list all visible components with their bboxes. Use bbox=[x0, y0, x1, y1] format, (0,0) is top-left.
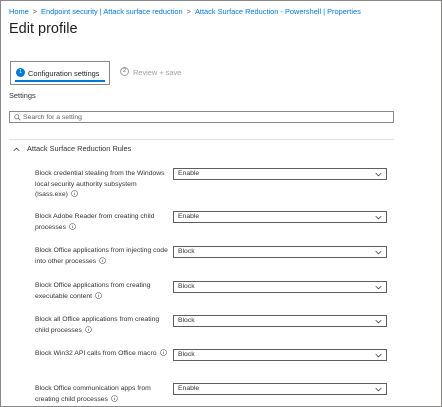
breadcrumb-separator: > bbox=[186, 7, 191, 16]
rule-label-text: Block credential stealing from the Windo… bbox=[35, 170, 165, 198]
chevron-down-icon bbox=[375, 319, 382, 324]
rule-label-text: Block Win32 API calls from Office macro bbox=[35, 350, 157, 357]
breadcrumb-profile-properties[interactable]: Attack Surface Reduction - Powershell | … bbox=[195, 7, 361, 16]
chevron-down-icon bbox=[375, 215, 382, 220]
rule-dropdown[interactable]: Block bbox=[173, 281, 387, 293]
chevron-down-icon bbox=[375, 172, 382, 177]
chevron-down-icon bbox=[375, 387, 382, 392]
chevron-down-icon bbox=[375, 285, 382, 290]
section-title: Attack Surface Reduction Rules bbox=[27, 144, 132, 153]
dropdown-value: Block bbox=[178, 317, 195, 324]
rule-dropdown[interactable]: Enable bbox=[173, 383, 387, 395]
settings-heading: Settings bbox=[9, 91, 36, 100]
rule-label: Block credential stealing from the Windo… bbox=[35, 169, 170, 201]
step-number-1: 1 bbox=[16, 68, 25, 77]
search-box[interactable] bbox=[9, 111, 394, 123]
rule-label: Block Win32 API calls from Office macro bbox=[35, 349, 195, 360]
rule-dropdown[interactable]: Block bbox=[173, 349, 387, 361]
step-label-configuration-settings: Configuration settings bbox=[28, 69, 100, 78]
rule-dropdown[interactable]: Block bbox=[173, 315, 387, 327]
info-icon[interactable] bbox=[71, 190, 78, 197]
search-input[interactable] bbox=[23, 112, 383, 122]
info-icon[interactable] bbox=[111, 394, 118, 402]
chevron-down-icon bbox=[375, 250, 382, 255]
rule-label: Block Office communication apps from cre… bbox=[35, 384, 170, 405]
dropdown-value: Block bbox=[178, 351, 195, 358]
dropdown-value: Enable bbox=[178, 385, 200, 392]
step-review-save[interactable]: 2 Review + save bbox=[120, 61, 200, 85]
breadcrumb-endpoint-security[interactable]: Endpoint security | Attack surface reduc… bbox=[41, 7, 183, 16]
chevron-down-icon bbox=[375, 353, 382, 358]
info-icon[interactable] bbox=[95, 291, 102, 299]
breadcrumb-home[interactable]: Home bbox=[9, 7, 29, 16]
rule-label-text: Block all Office applications from creat… bbox=[35, 316, 160, 334]
rule-label-text: Block Adobe Reader from creating child p… bbox=[35, 213, 155, 231]
rule-label: Block Office applications from creating … bbox=[35, 281, 170, 302]
info-icon[interactable] bbox=[85, 325, 92, 333]
rule-label: Block all Office applications from creat… bbox=[35, 315, 170, 336]
info-icon[interactable] bbox=[69, 222, 76, 230]
dropdown-value: Block bbox=[178, 283, 195, 290]
page-title: Edit profile bbox=[9, 21, 78, 37]
rule-label-text: Block Office applications from creating … bbox=[35, 282, 151, 300]
rule-dropdown[interactable]: Enable bbox=[173, 168, 387, 180]
step-number-2: 2 bbox=[120, 67, 129, 76]
dropdown-value: Block bbox=[178, 248, 195, 255]
rule-label-text: Block Office communication apps from cre… bbox=[35, 385, 151, 403]
step-label-review-save: Review + save bbox=[133, 68, 182, 77]
active-step-indicator bbox=[15, 80, 105, 82]
rule-dropdown[interactable]: Enable bbox=[173, 211, 387, 223]
info-icon[interactable] bbox=[99, 256, 107, 264]
rule-dropdown[interactable]: Block bbox=[173, 246, 387, 258]
divider bbox=[9, 139, 394, 140]
step-configuration-settings[interactable]: 1 Configuration settings bbox=[10, 61, 110, 85]
search-icon bbox=[14, 114, 21, 121]
dropdown-value: Enable bbox=[178, 170, 200, 177]
breadcrumb-separator: > bbox=[32, 7, 38, 16]
chevron-up-icon bbox=[13, 147, 20, 152]
rule-label: Block Adobe Reader from creating child p… bbox=[35, 212, 170, 233]
info-icon[interactable] bbox=[159, 349, 167, 356]
breadcrumb: Home > Endpoint security | Attack surface … bbox=[9, 7, 361, 16]
edit-profile-page: Home > Endpoint security | Attack surface … bbox=[0, 0, 442, 407]
rule-label: Block Office applications from injecting… bbox=[35, 246, 170, 267]
dropdown-value: Enable bbox=[178, 213, 200, 220]
